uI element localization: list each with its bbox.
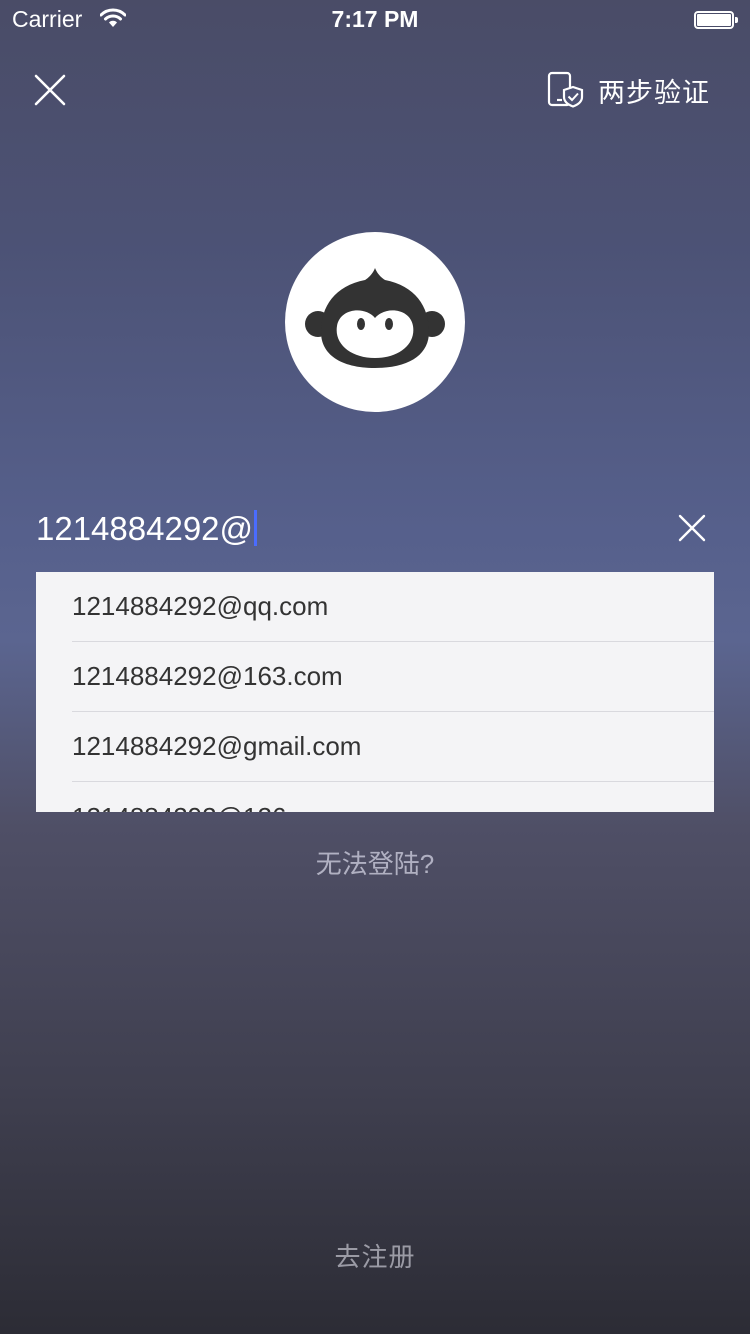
- avatar: [285, 232, 465, 412]
- phone-shield-icon: [547, 71, 584, 108]
- account-input-value: 1214884292@: [36, 510, 258, 548]
- account-input[interactable]: 1214884292@: [36, 500, 714, 556]
- battery-icon: [694, 11, 738, 29]
- two-step-label: 两步验证: [598, 77, 710, 108]
- suggestion-item[interactable]: 1214884292@163.com: [72, 642, 714, 712]
- two-step-verification-button[interactable]: 两步验证: [546, 70, 710, 110]
- close-button[interactable]: [34, 74, 66, 106]
- register-link[interactable]: 去注册: [0, 1237, 750, 1274]
- suggestion-item[interactable]: 1214884292@gmail.com: [72, 712, 714, 782]
- cant-login-link[interactable]: 无法登陆?: [0, 844, 750, 881]
- email-suggestion-list[interactable]: 1214884292@qq.com 1214884292@163.com 121…: [36, 572, 714, 812]
- text-caret: [254, 510, 258, 546]
- close-icon: [34, 74, 66, 106]
- status-bar: Carrier 7:17 PM: [0, 0, 750, 40]
- monkey-logo-icon: [305, 268, 445, 368]
- clock: 7:17 PM: [331, 6, 419, 32]
- clear-input-button[interactable]: [678, 514, 706, 542]
- suggestion-item[interactable]: 1214884292@126.com: [72, 782, 714, 813]
- suggestion-item[interactable]: 1214884292@qq.com: [72, 572, 714, 642]
- clear-icon: [678, 514, 706, 542]
